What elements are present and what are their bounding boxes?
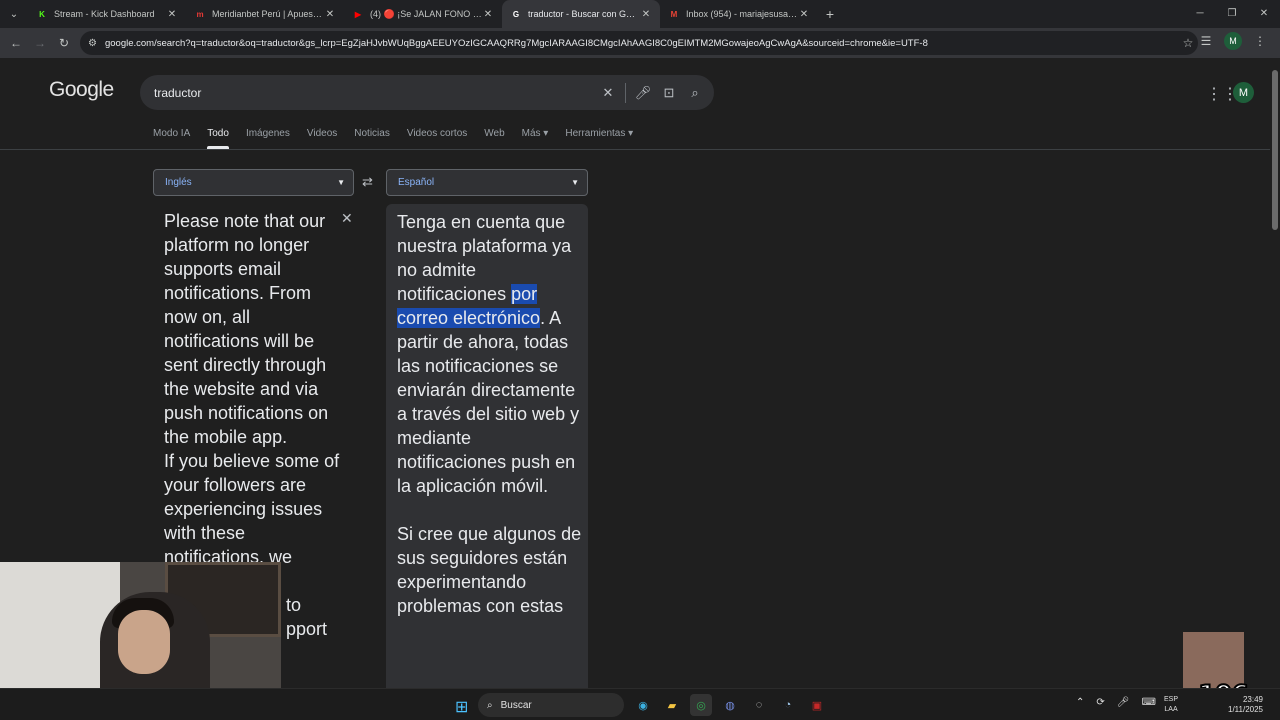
- google-account-avatar[interactable]: M: [1233, 82, 1254, 103]
- windows-start-icon[interactable]: ⊞: [455, 697, 468, 717]
- filter-tab[interactable]: Videos: [307, 128, 337, 139]
- keyboard-icon[interactable]: ⌨: [1141, 697, 1155, 708]
- google-icon: G: [512, 9, 520, 19]
- window-controls: ─ ❐ ✕: [1184, 0, 1280, 28]
- search-input[interactable]: traductor: [154, 86, 595, 100]
- source-fragment-b: pport: [286, 619, 328, 639]
- filter-tab[interactable]: Videos cortos: [407, 128, 467, 139]
- close-window-button[interactable]: ✕: [1248, 0, 1280, 28]
- url-text[interactable]: google.com/search?q=traductor&oq=traduct…: [105, 38, 1178, 49]
- browser-tab[interactable]: M Inbox (954) - mariajesusazanam✕: [660, 0, 818, 28]
- tab-strip: ⌄ K Stream - Kick Dashboard ✕ m Meridianbet …: [0, 0, 1280, 28]
- search-icon[interactable]: ⌕: [682, 85, 708, 101]
- search-filters: Modo IA Todo Imágenes Videos Noticias Videos …: [153, 128, 650, 149]
- swap-languages-icon[interactable]: ⇄: [362, 174, 373, 190]
- site-info-icon[interactable]: ⚙: [88, 38, 97, 49]
- page-scrollbar[interactable]: [1270, 58, 1280, 688]
- source-paragraph-2: If you believe some of your followers ar…: [164, 451, 340, 567]
- forward-button[interactable]: →: [28, 36, 52, 50]
- browser-toolbar: ← → ↻ ⚙ google.com/search?q=traductor&oq…: [0, 28, 1280, 58]
- browser-tab[interactable]: K Stream - Kick Dashboard ✕: [28, 0, 186, 28]
- reload-button[interactable]: ↻: [52, 36, 76, 50]
- clear-text-icon[interactable]: ✕: [341, 210, 353, 227]
- microphone-icon[interactable]: 🎤︎: [1117, 697, 1130, 708]
- target-language-select[interactable]: Español ▼: [386, 169, 588, 196]
- close-tab-icon[interactable]: ✕: [324, 9, 336, 20]
- youtube-icon: ▶: [354, 9, 362, 19]
- search-icon: ⌕: [487, 699, 493, 711]
- kick-icon: K: [39, 9, 45, 19]
- taskbar-search-label: Buscar: [500, 699, 532, 711]
- new-tab-button[interactable]: +: [818, 6, 842, 22]
- chrome-icon[interactable]: ◎: [690, 694, 712, 716]
- scrollbar-thumb[interactable]: [1272, 70, 1278, 230]
- discord-icon[interactable]: ◍: [719, 694, 741, 716]
- back-button[interactable]: ←: [4, 36, 28, 50]
- clear-search-icon[interactable]: ✕: [595, 85, 621, 101]
- browser-tab[interactable]: ▶ (4) 🔴 ¡Se JALAN FONO de Glo✕: [344, 0, 502, 28]
- filter-tab[interactable]: Web: [484, 128, 504, 139]
- file-explorer-icon[interactable]: ▰: [661, 694, 683, 716]
- search-box[interactable]: traductor ✕ 🎤︎ ⊡ ⌕: [140, 75, 714, 110]
- target-language-label: Español: [398, 177, 435, 188]
- chevron-down-icon: ▼: [571, 178, 579, 187]
- tab-title: Stream - Kick Dashboard: [54, 9, 155, 19]
- clock-date: 1/11/2025: [1228, 705, 1263, 714]
- edge-icon[interactable]: ◉: [632, 694, 654, 716]
- translation-paragraph-1: Tenga en cuenta que nuestra plataforma y…: [397, 212, 580, 496]
- close-tab-icon[interactable]: ✕: [482, 9, 494, 20]
- tab-title: (4) 🔴 ¡Se JALAN FONO de Glo: [370, 8, 482, 19]
- header-divider: [0, 149, 1270, 150]
- input-language-indicator[interactable]: ESP LAA: [1164, 695, 1178, 715]
- browser-tab[interactable]: Gtraductor - Buscar con Google ✕: [502, 0, 660, 28]
- steam-icon[interactable]: ◔: [777, 694, 799, 716]
- tab-title: traductor - Buscar con Google: [528, 9, 640, 19]
- filter-tab[interactable]: Noticias: [354, 128, 390, 139]
- filter-tab[interactable]: Imágenes: [246, 128, 290, 139]
- tab-search-button[interactable]: ⌄: [0, 0, 28, 28]
- media-control-icon[interactable]: ☰: [1194, 34, 1218, 48]
- clock-time: 23:49: [1242, 695, 1263, 704]
- sync-icon[interactable]: ⟳: [1096, 697, 1104, 708]
- webcam-face: [118, 610, 170, 674]
- tab-title: Inbox (954) - mariajesusazanam: [686, 9, 798, 19]
- translation-paragraph-2: Si cree que algunos de sus seguidores es…: [397, 524, 582, 616]
- source-language-select[interactable]: Inglés ▼: [153, 169, 354, 196]
- chevron-down-icon: ▼: [337, 178, 345, 187]
- browser-tab[interactable]: m Meridianbet Perú | Apuestas de✕: [186, 0, 344, 28]
- voice-search-icon[interactable]: 🎤︎: [630, 85, 656, 101]
- google-logo[interactable]: Google: [49, 78, 114, 102]
- tab-title: Meridianbet Perú | Apuestas de: [212, 9, 324, 19]
- taskbar-apps: ◉ ▰ ◎ ◍ ◌ ◔ ▣: [632, 694, 828, 716]
- source-paragraph-1: Please note that our platform no longer …: [164, 211, 329, 447]
- taskbar-clock[interactable]: 23:49 1/11/2025: [1228, 695, 1263, 715]
- meridianbet-icon: m: [196, 9, 204, 19]
- close-tab-icon[interactable]: ✕: [640, 9, 652, 20]
- address-bar[interactable]: ⚙ google.com/search?q=traductor&oq=tradu…: [80, 31, 1198, 55]
- search-divider: [625, 82, 626, 103]
- app-icon[interactable]: ▣: [806, 694, 828, 716]
- tray-overflow-icon[interactable]: ⌃: [1076, 697, 1084, 708]
- lens-search-icon[interactable]: ⊡: [656, 85, 682, 101]
- gmail-icon: M: [670, 9, 678, 19]
- filter-tab[interactable]: Herramientas ▾: [565, 128, 633, 139]
- obs-icon[interactable]: ◌: [748, 694, 770, 716]
- translation-output-text[interactable]: Tenga en cuenta que nuestra plataforma y…: [397, 210, 583, 642]
- filter-tab[interactable]: Más ▾: [522, 128, 549, 139]
- filter-tab[interactable]: Modo IA: [153, 128, 190, 139]
- minimize-button[interactable]: ─: [1184, 0, 1216, 28]
- filter-tab[interactable]: Todo: [207, 128, 229, 149]
- restore-button[interactable]: ❐: [1216, 0, 1248, 28]
- source-language-label: Inglés: [165, 177, 192, 188]
- close-tab-icon[interactable]: ✕: [798, 9, 810, 20]
- taskbar-search[interactable]: ⌕ Buscar: [478, 693, 624, 717]
- source-fragment-a: to: [286, 595, 302, 615]
- profile-avatar[interactable]: M: [1224, 32, 1242, 50]
- close-tab-icon[interactable]: ✕: [166, 9, 178, 20]
- windows-taskbar: ⊞ ⌕ Buscar ◉ ▰ ◎ ◍ ◌ ◔ ▣ ⌃ ⟳ 🎤︎ ⌨ ESP LA…: [0, 688, 1280, 720]
- system-tray: ⌃ ⟳ 🎤︎ ⌨: [1076, 697, 1156, 708]
- browser-menu-icon[interactable]: ⋮: [1248, 34, 1272, 48]
